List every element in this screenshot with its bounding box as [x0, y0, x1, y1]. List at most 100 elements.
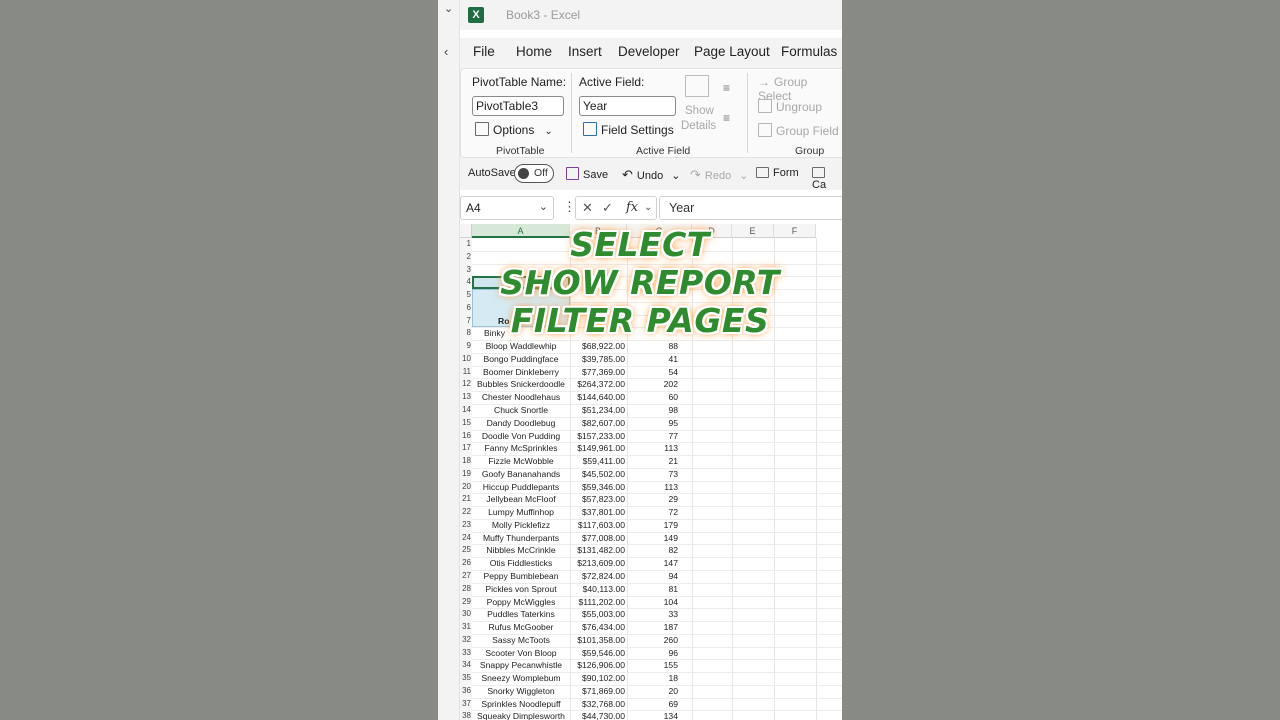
- row-header[interactable]: 21: [460, 493, 472, 507]
- table-cell-money[interactable]: $72,824.00: [572, 570, 625, 583]
- table-cell-name[interactable]: Lumpy Muffinhop: [472, 506, 570, 519]
- select-all-corner[interactable]: [460, 224, 472, 238]
- tab-developer[interactable]: Developer: [618, 44, 680, 59]
- row-header[interactable]: 38: [460, 710, 472, 720]
- table-cell-num[interactable]: 29: [628, 493, 678, 506]
- options-button[interactable]: Options ⌄: [475, 122, 553, 137]
- camera-button[interactable]: Ca: [812, 167, 842, 191]
- table-cell-name[interactable]: Binky: [472, 327, 570, 340]
- table-cell-money[interactable]: $144,640.00: [572, 391, 625, 404]
- row-header[interactable]: 30: [460, 608, 472, 622]
- row-header[interactable]: 23: [460, 518, 472, 532]
- save-button[interactable]: Save: [566, 167, 608, 181]
- row-header[interactable]: 35: [460, 672, 472, 685]
- table-cell-money[interactable]: $55,003.00: [572, 608, 625, 621]
- enter-icon[interactable]: ✓: [602, 200, 613, 216]
- table-cell-name[interactable]: Goofy Bananahands: [472, 468, 570, 481]
- name-box[interactable]: A4 ⌄: [460, 196, 554, 220]
- table-cell-money[interactable]: $71,869.00: [572, 685, 625, 698]
- row-header[interactable]: 36: [460, 684, 472, 698]
- show-details-label-2[interactable]: Details: [681, 120, 716, 132]
- table-cell-num[interactable]: 187: [628, 621, 678, 634]
- row-header[interactable]: 31: [460, 621, 472, 634]
- table-cell-num[interactable]: 98: [628, 404, 678, 417]
- table-cell-money[interactable]: $213,609.00: [572, 557, 625, 570]
- row-header[interactable]: 3: [460, 263, 472, 277]
- show-details-label-1[interactable]: Show: [685, 105, 714, 117]
- table-cell-money[interactable]: $157,233.00: [572, 430, 625, 443]
- table-cell-money[interactable]: $77,369.00: [572, 366, 625, 379]
- table-cell-name[interactable]: Scooter Von Bloop: [472, 647, 570, 660]
- table-cell-money[interactable]: $149,961.00: [572, 442, 625, 455]
- cancel-icon[interactable]: ✕: [582, 200, 593, 216]
- table-cell-num[interactable]: 104: [628, 596, 678, 609]
- ungroup-button[interactable]: Ungroup: [758, 99, 822, 114]
- table-cell-money[interactable]: $37,801.00: [572, 506, 625, 519]
- row-header[interactable]: 17: [460, 442, 472, 456]
- table-cell-money[interactable]: $101,358.00: [572, 634, 625, 647]
- table-cell-money[interactable]: $82,607.00: [572, 417, 625, 430]
- column-header-c[interactable]: C: [627, 224, 692, 238]
- table-cell-money[interactable]: $117,603.00: [572, 519, 625, 532]
- table-cell-num[interactable]: 202: [628, 378, 678, 391]
- row-header[interactable]: 10: [460, 352, 472, 366]
- table-cell-num[interactable]: 69: [628, 698, 678, 711]
- table-cell-num[interactable]: 82: [628, 544, 678, 557]
- table-cell-num[interactable]: 179: [628, 519, 678, 532]
- pivottable-name-input[interactable]: PivotTable3: [472, 96, 564, 116]
- row-header[interactable]: 18: [460, 455, 472, 468]
- table-cell-name[interactable]: Muffy Thunderpants: [472, 532, 570, 545]
- table-cell-money[interactable]: $45,502.00: [572, 468, 625, 481]
- table-cell-num[interactable]: 147: [628, 557, 678, 570]
- tab-insert[interactable]: Insert: [568, 44, 602, 59]
- row-header[interactable]: 37: [460, 697, 472, 711]
- table-cell-num[interactable]: 81: [628, 583, 678, 596]
- column-header-b[interactable]: B: [570, 224, 627, 238]
- row-header[interactable]: 22: [460, 506, 472, 519]
- table-cell-money[interactable]: $40,113.00: [572, 583, 625, 596]
- table-cell-name[interactable]: Fizzle McWobble: [472, 455, 570, 468]
- autosave-toggle[interactable]: Off: [514, 164, 554, 183]
- table-cell-num[interactable]: 149: [628, 532, 678, 545]
- table-cell-money[interactable]: $111,202.00: [572, 596, 625, 609]
- table-cell-money[interactable]: $51,234.00: [572, 404, 625, 417]
- chevron-down-icon[interactable]: ⌄: [544, 126, 552, 137]
- row-header[interactable]: 24: [460, 531, 472, 545]
- table-cell-name[interactable]: Chester Noodlehaus: [472, 391, 570, 404]
- field-settings-button[interactable]: Field Settings: [583, 122, 674, 137]
- table-cell-money[interactable]: $59,346.00: [572, 481, 625, 494]
- tab-home[interactable]: Home: [516, 44, 552, 59]
- table-cell-num[interactable]: 20: [628, 685, 678, 698]
- table-cell-name[interactable]: Otis Fiddlesticks: [472, 557, 570, 570]
- table-cell-name[interactable]: Sprinkles Noodlepuff: [472, 698, 570, 711]
- row-header[interactable]: 27: [460, 570, 472, 583]
- table-cell-name[interactable]: Peppy Bumblebean: [472, 570, 570, 583]
- table-cell-num[interactable]: 88: [628, 340, 678, 353]
- row-header[interactable]: 13: [460, 391, 472, 404]
- row-header[interactable]: 11: [460, 365, 472, 379]
- table-cell-num[interactable]: 155: [628, 659, 678, 672]
- table-cell-money[interactable]: $90,102.00: [572, 672, 625, 685]
- table-cell-money[interactable]: $126,906.00: [572, 659, 625, 672]
- chevron-left-icon[interactable]: ‹: [444, 44, 448, 59]
- table-cell-money[interactable]: $59,411.00: [572, 455, 625, 468]
- table-cell-money[interactable]: $59,546.00: [572, 647, 625, 660]
- tab-page-layout[interactable]: Page Layout: [694, 44, 770, 59]
- table-cell-money[interactable]: $44,730.00: [572, 710, 625, 720]
- collapse-field-icon[interactable]: ≡: [723, 111, 730, 125]
- table-cell-name[interactable]: Molly Picklefizz: [472, 519, 570, 532]
- active-field-input[interactable]: Year: [579, 96, 676, 116]
- column-header-d[interactable]: D: [692, 224, 732, 238]
- redo-button[interactable]: ↷ Redo ⌄: [690, 167, 748, 183]
- row-header[interactable]: 6: [460, 301, 472, 315]
- table-cell-num[interactable]: 96: [628, 647, 678, 660]
- table-cell-name[interactable]: Chuck Snortle: [472, 404, 570, 417]
- group-field-button[interactable]: Group Field: [758, 123, 839, 138]
- row-header[interactable]: 16: [460, 429, 472, 443]
- table-cell-num[interactable]: 72: [628, 506, 678, 519]
- table-cell-name[interactable]: Snorky Wiggleton: [472, 685, 570, 698]
- table-cell-num[interactable]: 77: [628, 430, 678, 443]
- table-cell-name[interactable]: Rufus McGoober: [472, 621, 570, 634]
- table-cell-num[interactable]: 18: [628, 672, 678, 685]
- table-cell-num[interactable]: 60: [628, 391, 678, 404]
